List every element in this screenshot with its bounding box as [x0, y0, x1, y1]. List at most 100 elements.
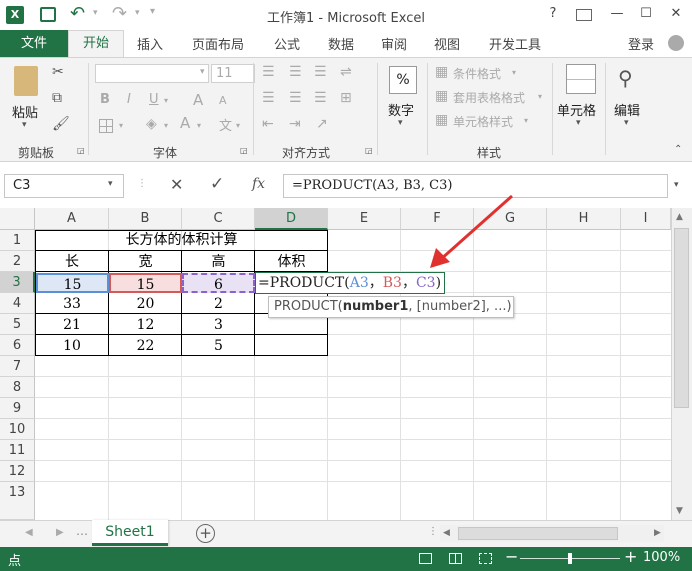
cells-dropdown-icon[interactable]: ▾ — [576, 118, 581, 128]
tab-insert[interactable]: 插入 — [137, 34, 163, 53]
cell-d3-editing[interactable]: =PRODUCT(A3，B3，C3) — [255, 272, 445, 294]
borders-icon[interactable] — [99, 119, 113, 133]
cell-c5[interactable]: 3 — [182, 315, 255, 336]
column-header-h[interactable]: H — [547, 208, 621, 230]
name-box-dropdown-icon[interactable]: ▾ — [108, 179, 113, 189]
align-middle-icon[interactable]: ☰ — [289, 64, 302, 80]
column-header-a[interactable]: A — [35, 208, 109, 230]
fill-dropdown-icon[interactable]: ▾ — [164, 121, 168, 130]
row-header-9[interactable]: 9 — [0, 398, 35, 419]
ribbon-display-button[interactable] — [576, 9, 592, 21]
cell-styles-dropdown-icon[interactable]: ▾ — [524, 116, 528, 125]
align-top-icon[interactable]: ☰ — [262, 64, 275, 80]
row-header-8[interactable]: 8 — [0, 377, 35, 398]
name-box[interactable]: C3 — [4, 174, 124, 198]
font-name-box[interactable] — [95, 64, 209, 83]
scroll-down-icon[interactable]: ▼ — [676, 506, 683, 516]
editing-label[interactable]: 编辑 — [614, 100, 640, 119]
zoom-slider-thumb[interactable] — [568, 553, 572, 564]
underline-dropdown-icon[interactable]: ▾ — [164, 96, 168, 105]
header-length[interactable]: 长 — [35, 251, 109, 273]
shrink-font-icon[interactable]: A — [219, 94, 227, 107]
phonetic-dropdown-icon[interactable]: ▾ — [236, 121, 240, 130]
row-header-3[interactable]: 3 — [0, 272, 35, 293]
cell-c3[interactable]: 6 — [182, 273, 255, 293]
page-layout-view-icon[interactable] — [449, 553, 462, 564]
tab-review[interactable]: 审阅 — [381, 34, 407, 53]
cell-a4[interactable]: 33 — [35, 294, 109, 315]
merge-center-icon[interactable]: ⊞ — [340, 90, 352, 106]
vertical-scroll-thumb[interactable] — [674, 228, 689, 408]
cancel-button[interactable]: ✕ — [170, 175, 183, 194]
row-header-11[interactable]: 11 — [0, 440, 35, 461]
tab-data[interactable]: 数据 — [328, 34, 354, 53]
tab-file[interactable]: 文件 — [0, 30, 68, 57]
column-header-c[interactable]: C — [182, 208, 255, 230]
grow-font-icon[interactable]: A — [193, 91, 203, 109]
increase-indent-icon[interactable]: ⇥ — [289, 116, 301, 132]
conditional-format-dropdown-icon[interactable]: ▾ — [512, 68, 516, 77]
row-header-10[interactable]: 10 — [0, 419, 35, 440]
user-icon[interactable] — [668, 35, 684, 51]
normal-view-icon[interactable] — [419, 553, 432, 564]
cells-label[interactable]: 单元格 — [557, 100, 596, 119]
header-height[interactable]: 高 — [182, 251, 255, 273]
row-header-5[interactable]: 5 — [0, 314, 35, 335]
row-header-6[interactable]: 6 — [0, 335, 35, 356]
new-sheet-button[interactable]: + — [196, 524, 215, 543]
decrease-indent-icon[interactable]: ⇤ — [262, 116, 274, 132]
paste-dropdown-icon[interactable]: ▾ — [22, 120, 27, 130]
percent-button[interactable]: % — [389, 66, 417, 94]
enter-button[interactable]: ✓ — [210, 174, 224, 194]
format-table-dropdown-icon[interactable]: ▾ — [538, 92, 542, 101]
alignment-launcher-icon[interactable]: ◲ — [365, 146, 373, 155]
page-break-view-icon[interactable] — [479, 553, 492, 564]
number-label[interactable]: 数字 — [388, 100, 414, 119]
tab-more-icon[interactable]: … — [76, 524, 88, 538]
row-header-7[interactable]: 7 — [0, 356, 35, 377]
select-all-corner[interactable] — [0, 208, 35, 230]
bold-button[interactable]: B — [100, 92, 110, 107]
sheet-title-cell[interactable]: 长方体的体积计算 — [35, 230, 328, 251]
expand-formula-icon[interactable]: ▾ — [674, 180, 679, 190]
clipboard-launcher-icon[interactable]: ◲ — [77, 146, 85, 155]
cell-b3[interactable]: 15 — [109, 273, 182, 293]
header-volume[interactable]: 体积 — [255, 251, 328, 273]
number-dropdown-icon[interactable]: ▾ — [398, 118, 403, 128]
cell-c4[interactable]: 2 — [182, 294, 255, 315]
conditional-format-icon[interactable]: ▦ — [435, 64, 448, 80]
sheet-tab-sheet1[interactable]: Sheet1 — [92, 520, 168, 546]
cell-b4[interactable]: 20 — [109, 294, 182, 315]
row-header-4[interactable]: 4 — [0, 293, 35, 314]
font-size-box[interactable]: 11 — [211, 64, 255, 83]
column-header-b[interactable]: B — [109, 208, 182, 230]
maximize-button[interactable]: ☐ — [637, 6, 655, 21]
orientation-icon[interactable]: ↗ — [316, 116, 328, 132]
cell-c6[interactable]: 5 — [182, 336, 255, 357]
insert-function-button[interactable]: fx — [252, 176, 265, 192]
column-header-i[interactable]: I — [621, 208, 671, 230]
close-button[interactable]: ✕ — [667, 6, 685, 21]
cell-b6[interactable]: 22 — [109, 336, 182, 357]
scroll-right-icon[interactable]: ▶ — [654, 528, 661, 538]
scroll-up-icon[interactable]: ▲ — [676, 212, 683, 222]
tab-home[interactable]: 开始 — [68, 30, 124, 57]
login-link[interactable]: 登录 — [628, 34, 654, 53]
wrap-text-icon[interactable]: ⇌ — [340, 64, 352, 80]
header-width[interactable]: 宽 — [109, 251, 182, 273]
italic-button[interactable]: I — [127, 92, 131, 107]
row-header-1[interactable]: 1 — [0, 230, 35, 251]
format-painter-icon[interactable]: 🖌 — [52, 116, 70, 132]
row-header-12[interactable]: 12 — [0, 461, 35, 482]
zoom-in-button[interactable]: + — [624, 547, 637, 566]
phonetic-icon[interactable]: 文 — [219, 115, 232, 134]
fill-color-icon[interactable]: ◈ — [146, 116, 157, 132]
tab-developer[interactable]: 开发工具 — [489, 34, 541, 53]
tab-view[interactable]: 视图 — [434, 34, 460, 53]
row-header-2[interactable]: 2 — [0, 251, 35, 272]
cell-a3[interactable]: 15 — [36, 273, 109, 293]
font-color-dropdown-icon[interactable]: ▾ — [197, 121, 201, 130]
cells-icon[interactable] — [566, 64, 596, 94]
align-right-icon[interactable]: ☰ — [314, 90, 327, 106]
format-table-label[interactable]: 套用表格格式 — [453, 89, 525, 106]
